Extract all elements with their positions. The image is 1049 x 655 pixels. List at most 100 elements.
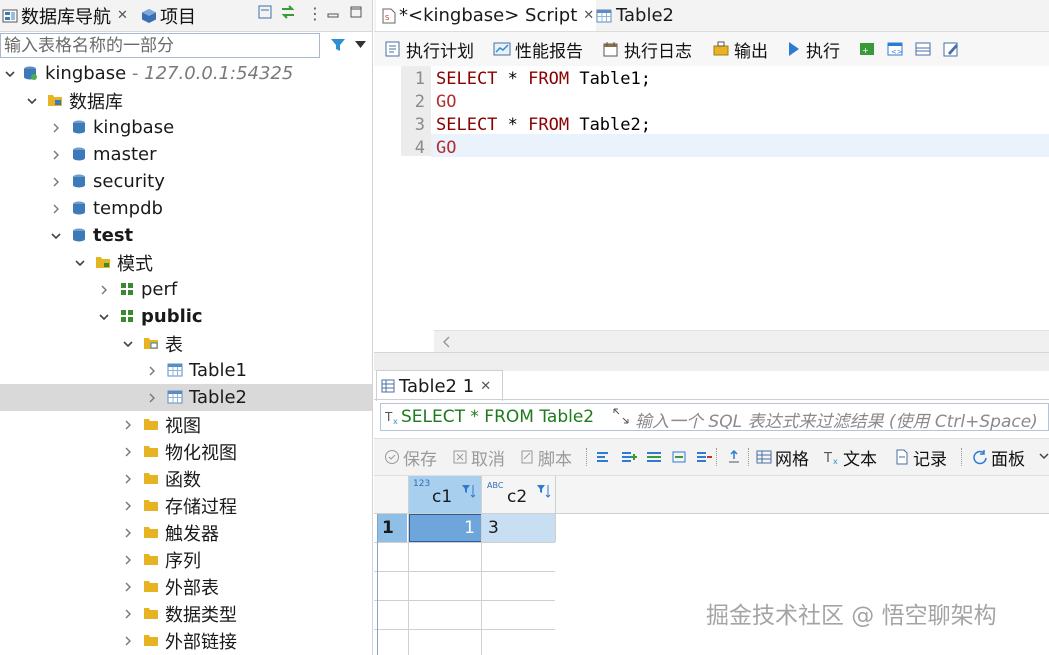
open-script-button[interactable]: <> (886, 36, 908, 62)
chevron-right-icon[interactable] (122, 554, 134, 566)
tree-node-folder[interactable]: 物化视图 (0, 438, 372, 465)
link-with-editor-icon[interactable] (280, 5, 296, 19)
chevron-right-icon[interactable] (98, 284, 110, 296)
tree-node-database[interactable]: tempdb (0, 195, 372, 222)
new-script-button[interactable]: + (858, 36, 880, 62)
tree-node-folder[interactable]: 函数 (0, 465, 372, 492)
chevron-down-icon[interactable] (122, 338, 134, 350)
chevron-down-icon[interactable] (74, 257, 86, 269)
performance-report-button[interactable]: 性能报告 (493, 36, 583, 62)
chevron-right-icon[interactable] (50, 203, 62, 215)
chevron-right-icon[interactable] (50, 122, 62, 134)
close-icon[interactable]: ✕ (117, 8, 128, 23)
scroll-left-arrow-icon[interactable] (442, 336, 452, 348)
tab-table2[interactable]: Table2 (596, 0, 674, 31)
code-line[interactable]: GO (436, 92, 456, 112)
tree-node-database[interactable]: kingbase (0, 114, 372, 141)
grid-cell-selected[interactable]: 1 (409, 514, 482, 542)
row-number-cell[interactable]: 1 (377, 514, 407, 542)
tree-node-schema-public[interactable]: public (0, 303, 372, 330)
results-filter-bar[interactable]: Tx SELECT * FROM Table2 输入一个 SQL 表达式来过滤结… (380, 403, 1049, 432)
results-panel-button[interactable] (914, 36, 936, 62)
tree-node-schemas-folder[interactable]: 模式 (0, 249, 372, 276)
script-button[interactable]: 脚本 (519, 446, 572, 470)
tree-node-folder[interactable]: 外部链接 (0, 627, 372, 654)
delete-row-icon[interactable] (696, 449, 712, 465)
editor-results-divider[interactable] (374, 352, 1049, 371)
chevron-right-icon[interactable] (122, 581, 134, 593)
panels-button[interactable]: 面板 (972, 446, 1025, 470)
record-view-button[interactable]: 记录 (894, 446, 947, 470)
code-line[interactable]: SELECT * FROM Table1; (436, 69, 651, 89)
chevron-right-icon[interactable] (122, 635, 134, 647)
chevron-right-icon[interactable] (146, 365, 158, 377)
minimize-icon[interactable] (258, 5, 272, 19)
chevron-down-icon[interactable] (4, 68, 16, 80)
explain-plan-button[interactable]: 执行计划 (384, 36, 474, 62)
chevron-right-icon[interactable] (122, 446, 134, 458)
tree-node-folder[interactable]: 视图 (0, 411, 372, 438)
grid-cell[interactable]: 3 (482, 514, 555, 542)
output-button[interactable]: 输出 (712, 36, 768, 62)
save-button[interactable]: 保存 (384, 446, 437, 470)
code-line[interactable]: SELECT * FROM Table2; (436, 115, 651, 135)
code-line[interactable]: GO (436, 138, 456, 158)
tree-node-database[interactable]: security (0, 168, 372, 195)
tree-node-connection[interactable]: kingbase - 127.0.0.1:54325 (0, 60, 372, 87)
tree-node-tables-folder[interactable]: 表 (0, 330, 372, 357)
maximize-view-icon[interactable] (350, 6, 362, 18)
horizontal-scrollbar[interactable] (434, 330, 1049, 353)
execution-log-button[interactable]: 执行日志 (602, 36, 692, 62)
chevron-right-icon[interactable] (122, 608, 134, 620)
cancel-button[interactable]: 取消 (452, 446, 505, 470)
close-icon[interactable]: ✕ (583, 8, 594, 23)
filter-funnel-icon[interactable] (330, 37, 346, 53)
tree-node-schema[interactable]: perf (0, 276, 372, 303)
tree-node-folder[interactable]: 序列 (0, 546, 372, 573)
run-button[interactable]: 执行 (786, 36, 840, 62)
sort-filter-icon[interactable] (461, 483, 477, 499)
tree-node-databases-folder[interactable]: 数据库 (0, 87, 372, 114)
column-header-c1[interactable]: 123 c1 (409, 476, 481, 513)
tree-node-table[interactable]: Table1 (0, 357, 372, 384)
chevron-right-icon[interactable] (122, 473, 134, 485)
navigator-filter-input[interactable] (0, 33, 320, 58)
edit-row-icon[interactable] (596, 449, 612, 465)
expand-arrows-icon[interactable] (613, 408, 629, 424)
sql-editor[interactable]: 1 2 3 4 SELECT * FROM Table1; GO SELECT … (374, 66, 1049, 353)
duplicate-row-icon[interactable] (671, 449, 687, 465)
tree-node-database-test[interactable]: test (0, 222, 372, 249)
chevron-down-icon[interactable] (98, 311, 110, 323)
tree-node-folder[interactable]: 外部表 (0, 573, 372, 600)
sort-filter-icon[interactable] (536, 483, 552, 499)
chevron-right-icon[interactable] (122, 500, 134, 512)
copy-row-icon[interactable] (646, 449, 662, 465)
chevron-right-icon[interactable] (122, 527, 134, 539)
tree-node-folder[interactable]: 数据类型 (0, 600, 372, 627)
tab-database-navigator[interactable]: 数据库导航 ✕ (2, 0, 128, 31)
tree-node-database[interactable]: master (0, 141, 372, 168)
chevron-down-icon[interactable] (1039, 453, 1049, 460)
tree-node-folder[interactable]: 存储过程 (0, 492, 372, 519)
tree-node-table-selected[interactable]: Table2 (0, 384, 372, 411)
column-header-c2[interactable]: ABC c2 (482, 476, 554, 513)
export-button[interactable] (726, 446, 745, 468)
chevron-down-icon[interactable] (26, 95, 38, 107)
tab-sql-script[interactable]: S *<kingbase> Script ✕ (376, 0, 596, 31)
view-menu-icon[interactable]: ⋮ (307, 4, 323, 23)
add-row-icon[interactable] (621, 449, 637, 465)
grid-view-button[interactable]: 网格 (756, 446, 809, 470)
tab-project[interactable]: 项目 (141, 0, 196, 31)
chevron-right-icon[interactable] (122, 419, 134, 431)
chevron-right-icon[interactable] (146, 392, 158, 404)
format-sql-button[interactable] (942, 36, 964, 62)
chevron-right-icon[interactable] (50, 176, 62, 188)
tab-results-table2[interactable]: Table2 1 ✕ (376, 370, 503, 401)
text-view-button[interactable]: Tx 文本 (824, 446, 877, 470)
chevron-down-icon[interactable] (50, 230, 62, 242)
minimize-view-icon[interactable] (327, 8, 339, 18)
tree-node-folder[interactable]: 触发器 (0, 519, 372, 546)
chevron-down-icon[interactable] (355, 41, 366, 49)
chevron-right-icon[interactable] (50, 149, 62, 161)
close-icon[interactable]: ✕ (480, 379, 491, 394)
